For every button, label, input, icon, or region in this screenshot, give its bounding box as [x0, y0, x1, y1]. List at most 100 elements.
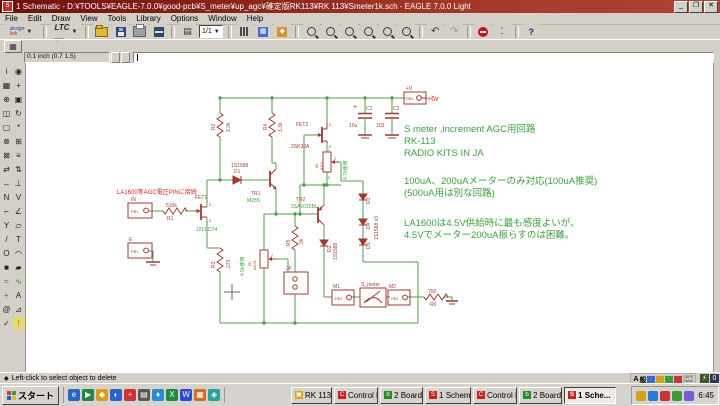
value-tool[interactable]: V [13, 191, 25, 203]
designlink-dropdown[interactable]: design link ▼ [3, 24, 39, 39]
vertical-scrollbar[interactable] [713, 63, 720, 372]
tray-icon-3[interactable] [672, 391, 682, 401]
menu-edit[interactable]: Edit [23, 14, 47, 23]
zoom-in-button[interactable] [322, 24, 339, 39]
mail-icon[interactable]: ◆ [96, 389, 108, 401]
word-icon[interactable]: W [180, 389, 192, 401]
copy-tool[interactable]: ▣ [13, 93, 25, 105]
erc-tool[interactable]: ✓ [1, 317, 13, 329]
tray-icon-4[interactable] [684, 391, 694, 401]
paste-tool[interactable]: ⊞ [13, 135, 25, 147]
desktop-icon[interactable]: ▤ [138, 389, 150, 401]
miter-tool[interactable]: ∠ [13, 205, 25, 217]
tray-icon-1[interactable] [648, 391, 658, 401]
polygon-tool[interactable]: ▰ [13, 261, 25, 273]
tray-icon-0[interactable] [636, 391, 646, 401]
help-button[interactable]: ? [523, 24, 540, 39]
label-tool[interactable]: A [13, 289, 25, 301]
zoom-redraw-button[interactable] [360, 24, 377, 39]
viewer-icon[interactable]: ◈ [208, 389, 220, 401]
browser-icon[interactable]: ◐ [110, 389, 122, 401]
menu-tools[interactable]: Tools [103, 14, 132, 23]
save-button[interactable] [112, 24, 129, 39]
excel-icon[interactable]: X [166, 389, 178, 401]
taskbar-button-2-board-[interactable]: b2 Board -... [380, 387, 423, 404]
group-tool[interactable]: ▢ [1, 121, 13, 133]
print-button[interactable] [131, 24, 148, 39]
attribute-tool[interactable]: @ [1, 303, 13, 315]
taskbar-button-2-board-[interactable]: b2 Board -... [519, 387, 562, 404]
sheet-selector[interactable]: 1/1▼ [199, 25, 223, 38]
board-switch-button[interactable]: ▦ [255, 24, 272, 39]
replace-tool[interactable]: ↔ [1, 177, 13, 189]
taskbar-button-control-p-[interactable]: CControl P... [473, 387, 517, 404]
zoom-last-button[interactable] [398, 24, 415, 39]
name-tool[interactable]: N [1, 191, 13, 203]
ltspice-dropdown[interactable]: LTC spice ▼ [51, 24, 81, 39]
schematic-canvas[interactable]: S meter ,increment AGC用回路RK-113RADIO KIT… [26, 63, 713, 372]
tool-icon[interactable]: ♦ [152, 389, 164, 401]
junction-tool[interactable]: + [1, 289, 13, 301]
use-button[interactable]: ▤ [179, 24, 196, 39]
tray-extra-icon[interactable]: 0 [710, 374, 719, 383]
net-tool[interactable]: ∿ [13, 275, 25, 287]
ime-input-mode[interactable]: A [633, 376, 638, 383]
player-icon[interactable]: ▶ [82, 389, 94, 401]
errors-tool[interactable]: ! [13, 317, 25, 329]
coord-mini-button[interactable] [111, 52, 120, 63]
menu-view[interactable]: View [75, 14, 102, 23]
stop-button[interactable] [475, 24, 492, 39]
zoom-out-button[interactable] [341, 24, 358, 39]
tray-icon-2[interactable] [660, 391, 670, 401]
invoke-tool[interactable]: ▱ [13, 219, 25, 231]
arc-tool[interactable]: ◠ [13, 247, 25, 259]
cam-button[interactable] [150, 24, 167, 39]
dimension-tool[interactable]: ⊿ [13, 303, 25, 315]
coord-mini-button2[interactable] [121, 52, 130, 63]
mirror-tool[interactable]: ◫ [1, 107, 13, 119]
taskbar-button-rk-113[interactable]: ▣RK 113 [291, 387, 332, 404]
paint-icon[interactable]: ▦ [194, 389, 206, 401]
zoom-fit-button[interactable] [303, 24, 320, 39]
gateswap-tool[interactable]: ⇅ [13, 163, 25, 175]
change-tool[interactable]: * [13, 121, 25, 133]
rect-tool[interactable]: ■ [1, 261, 13, 273]
split-tool[interactable]: Y [1, 219, 13, 231]
restore-button[interactable]: ❐ [689, 1, 703, 13]
move-tool[interactable]: ⊕ [1, 93, 13, 105]
rotate-tool[interactable]: ↻ [13, 107, 25, 119]
text-tool[interactable]: T [13, 233, 25, 245]
menu-file[interactable]: File [0, 14, 23, 23]
library-button[interactable] [236, 24, 253, 39]
smash-tool[interactable]: ⌐ [1, 205, 13, 217]
undo-button[interactable]: ↶ [427, 24, 444, 39]
bus-tool[interactable]: ≈ [1, 275, 13, 287]
menu-window[interactable]: Window [203, 14, 241, 23]
schematic-switch-button[interactable]: ◆ [274, 24, 291, 39]
zoom-select-button[interactable] [379, 24, 396, 39]
minimize-button[interactable]: _ [674, 1, 688, 13]
taskbar-button-1-schema-[interactable]: S1 Schema... [425, 387, 471, 404]
add-tool[interactable]: ≡ [13, 149, 25, 161]
title-bar[interactable]: S 1 Schematic - D:¥TOOLS¥EAGLE-7.0.0¥goo… [0, 0, 720, 13]
taskbar-button-control-p-[interactable]: CControl P... [334, 387, 378, 404]
go-button[interactable]: ⁚ [494, 24, 511, 39]
show-tool[interactable]: ◉ [13, 65, 25, 77]
circle-tool[interactable]: O [1, 247, 13, 259]
menu-help[interactable]: Help [242, 14, 268, 23]
pinswap-tool[interactable]: ⇄ [1, 163, 13, 175]
mark-tool[interactable]: + [13, 79, 25, 91]
start-button[interactable]: スタート [2, 386, 59, 405]
wire-tool[interactable]: / [1, 233, 13, 245]
open-button[interactable] [93, 24, 110, 39]
info-tool[interactable]: i [1, 65, 13, 77]
display-tool[interactable]: ▦ [1, 79, 13, 91]
ie-icon[interactable]: e [68, 389, 80, 401]
redo-button[interactable]: ↷ [446, 24, 463, 39]
lock-tool[interactable]: ⊥ [13, 177, 25, 189]
menu-library[interactable]: Library [131, 14, 165, 23]
menu-options[interactable]: Options [166, 14, 204, 23]
taskbar-button-1-sche-[interactable]: S1 Sche... [564, 387, 616, 404]
close-button[interactable]: ✕ [704, 1, 718, 13]
delete-tool[interactable]: ⊠ [1, 149, 13, 161]
